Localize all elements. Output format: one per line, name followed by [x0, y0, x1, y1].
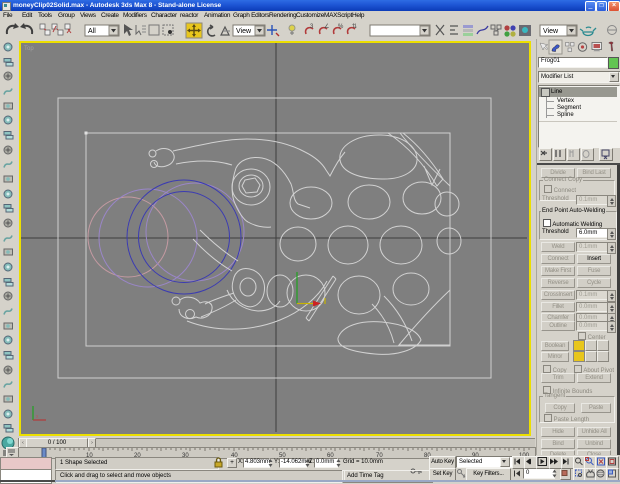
svg-text:%: % [338, 24, 344, 30]
svg-text:∠: ∠ [324, 23, 329, 30]
svg-text:70: 70 [376, 453, 383, 458]
svg-text:Top: Top [24, 46, 34, 52]
svg-text:All: All [88, 28, 96, 35]
svg-text:x: x [36, 414, 39, 420]
svg-text:3: 3 [310, 24, 314, 30]
svg-text:⇅: ⇅ [352, 24, 357, 30]
svg-text:View: View [543, 28, 559, 35]
svg-text:View: View [236, 28, 252, 35]
